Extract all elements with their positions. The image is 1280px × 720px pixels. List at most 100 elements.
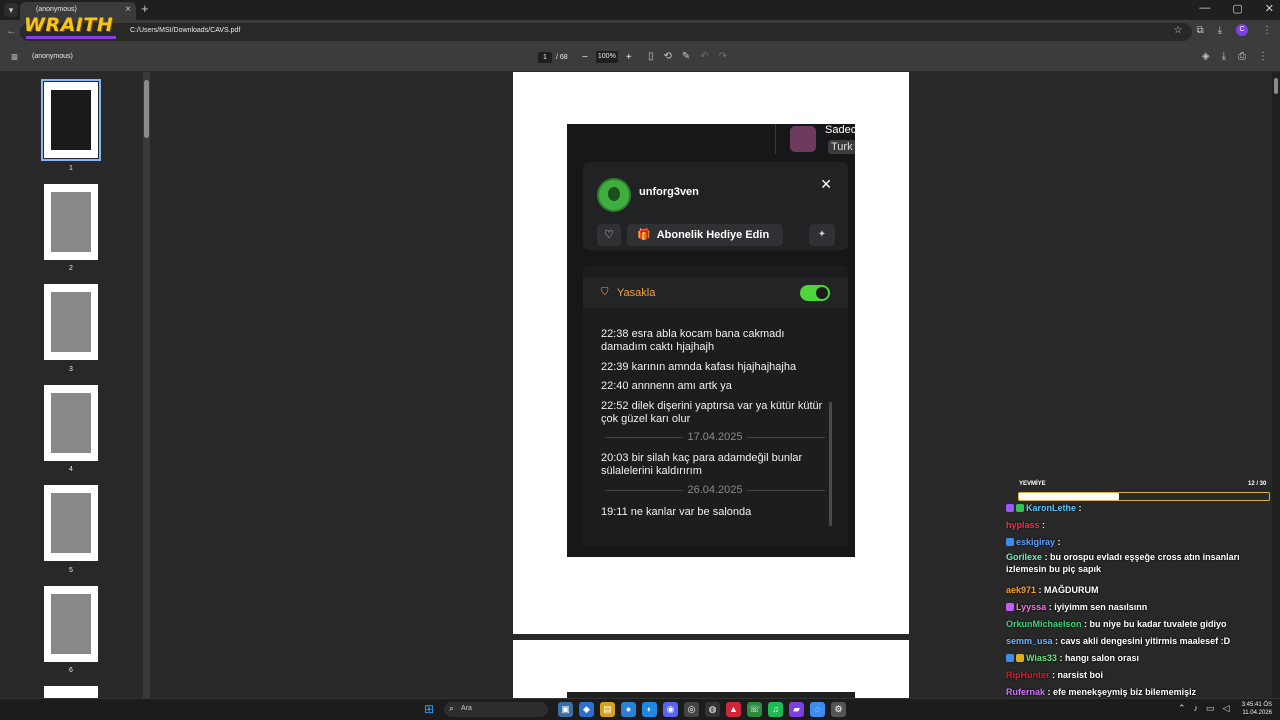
page-thumbnail[interactable] (44, 184, 98, 260)
mod-tool-icon[interactable]: ✦ (809, 224, 835, 246)
viewer-scrollbar[interactable] (1272, 72, 1280, 698)
follow-heart-icon[interactable]: ♡ (597, 224, 621, 246)
file-explorer-icon[interactable]: ▣ (558, 702, 573, 717)
ban-label: Yasakla (617, 287, 656, 299)
tab-search-icon[interactable]: ▾ (4, 3, 18, 17)
steam-icon[interactable]: ◎ (684, 702, 699, 717)
chat-username[interactable]: Lyyssa (1016, 602, 1046, 612)
tab-close-icon[interactable]: × (125, 4, 131, 15)
thumbnail-number: 4 (69, 466, 73, 473)
page-total: / 68 (556, 54, 568, 61)
windows-start-icon[interactable]: ⊞ (424, 703, 436, 715)
app-icon[interactable]: ▲ (726, 702, 741, 717)
chat-badge-icon (1016, 654, 1024, 662)
pdf-title: (anonymous) (32, 53, 73, 60)
minimize-icon[interactable]: — (1199, 2, 1210, 15)
page-thumbnail[interactable] (44, 485, 98, 561)
chrome-icon[interactable]: ● (621, 702, 636, 717)
clock-date: 11.04.2026 (1242, 710, 1272, 716)
chat-username[interactable]: Wias33 (1026, 653, 1057, 663)
chat-line: Gorilexe : bu orospu evladı eşşeğe cross… (1006, 552, 1240, 574)
zoom-in-icon[interactable]: + (626, 52, 632, 63)
taskbar-search[interactable]: ⌕ Ara (444, 702, 548, 717)
chat-username[interactable]: OrkunMichaelson (1006, 619, 1082, 629)
fit-page-icon[interactable]: ▯ (648, 51, 654, 62)
chat-username[interactable]: hyplass (1006, 520, 1040, 530)
maximize-icon[interactable]: ▢ (1232, 2, 1242, 15)
zoom-out-icon[interactable]: − (582, 52, 588, 63)
obs-icon[interactable]: ◍ (705, 702, 720, 717)
ban-header: ⛉ Yasakla (583, 278, 848, 308)
stream-chat-overlay: KaronLethe : hyplass : eskigiray : Goril… (1006, 502, 1272, 720)
close-icon[interactable]: ✕ (820, 176, 832, 193)
annotate-icon[interactable]: ✎ (682, 51, 690, 62)
chat-line: OrkunMichaelson : bu niye bu kadar tuval… (1006, 619, 1227, 629)
folder-icon[interactable]: ▤ (600, 702, 615, 717)
search-icon: ⌕ (449, 703, 455, 713)
history-scrollbar[interactable] (829, 402, 832, 526)
new-tab-icon[interactable]: + (141, 1, 149, 16)
clock-time: 3:45:41 ÖS (1241, 702, 1272, 708)
page-navigator: 1 / 68 (538, 52, 568, 63)
streamer-name: Sadec (825, 124, 855, 136)
twitch-icon[interactable]: ▰ (789, 702, 804, 717)
network-icon[interactable]: ▭ (1206, 703, 1215, 714)
sidebar-toggle-icon[interactable]: ≡ (11, 50, 18, 64)
ban-toggle[interactable] (800, 285, 830, 301)
profile-avatar[interactable]: C (1236, 24, 1248, 36)
print-icon[interactable]: ⎙ (1238, 51, 1246, 62)
extensions-icon[interactable]: ⧉ (1196, 25, 1203, 36)
page-number-input[interactable]: 1 (538, 52, 552, 63)
chat-username[interactable]: KaronLethe (1026, 503, 1076, 513)
discord-icon[interactable]: ◉ (663, 702, 678, 717)
rotate-icon[interactable]: ⟲ (664, 51, 672, 62)
chat-message: 19:11 ne kanlar var be salonda (601, 506, 752, 518)
ban-panel: ⛉ Yasakla 22:38 esra abla kocam bana cak… (583, 266, 848, 546)
mic-icon[interactable]: ♪ (1194, 703, 1199, 714)
whatsapp-icon[interactable]: ☏ (747, 702, 762, 717)
edge-icon[interactable]: ◐ (642, 702, 657, 717)
spotify-icon[interactable]: ♫ (768, 702, 783, 717)
copilot-icon[interactable]: ◆ (579, 702, 594, 717)
chat-username[interactable]: eskigiray (1016, 537, 1055, 547)
back-icon[interactable]: ← (6, 25, 17, 37)
more-options-icon[interactable]: ⋮ (1258, 51, 1268, 62)
chat-badge-icon (1006, 654, 1014, 662)
settings-icon[interactable]: ⚙ (831, 702, 846, 717)
browser-menu-icon[interactable]: ⋮ (1262, 25, 1272, 36)
tray-chevron-icon[interactable]: ⌃ (1178, 703, 1186, 714)
chat-username[interactable]: Gorilexe (1006, 552, 1042, 562)
chat-text: bu niye bu kadar tuvalete gidiyo (1089, 619, 1227, 629)
chat-line: RipHunter : narsist boi (1006, 670, 1104, 680)
redo-icon[interactable]: ↷ (719, 51, 727, 62)
chat-line: Lyyssa : iyiyimm sen nasılsınn (1006, 601, 1272, 613)
download-icon[interactable]: ⤓ (1222, 51, 1226, 62)
chat-username[interactable]: aek971 (1006, 585, 1036, 595)
thumbnail-sidebar: 1 2 3 4 5 6 (0, 72, 150, 700)
clock[interactable]: 3:45:41 ÖS 11.04.2026 (1240, 701, 1272, 717)
bookmark-star-icon[interactable]: ☆ (1173, 25, 1182, 36)
user-card-username: unforg3ven (639, 186, 699, 198)
thumbnail-number: 3 (69, 366, 73, 373)
page-thumbnail[interactable] (44, 385, 98, 461)
ai-icon[interactable]: ◈ (1202, 51, 1210, 62)
page-thumbnail[interactable] (44, 586, 98, 662)
user-avatar (597, 178, 631, 212)
chat-username[interactable]: RipHunter (1006, 670, 1050, 680)
chrome-profile-icon[interactable]: ◌ (810, 702, 825, 717)
wraith-logo: WRAITH (24, 14, 120, 39)
page-thumbnail[interactable] (44, 284, 98, 360)
zoom-input[interactable]: 100% (595, 51, 618, 63)
chat-username[interactable]: semm_usa (1006, 636, 1053, 646)
downloads-icon[interactable]: ⤓ (1218, 25, 1222, 36)
chat-username[interactable]: Rufernak (1006, 687, 1045, 697)
undo-icon[interactable]: ↶ (700, 51, 708, 62)
page-thumbnail[interactable] (41, 79, 101, 161)
chat-text: cavs akli dengesini yitirmis maalesef :D (1060, 636, 1231, 646)
sidebar-scrollbar[interactable] (143, 72, 150, 698)
omnibox[interactable]: C:/Users/MSI/Downloads/CAVS.pdf (20, 23, 1192, 41)
volume-icon[interactable]: ◁ (1223, 703, 1230, 714)
close-window-icon[interactable]: ✕ (1265, 2, 1274, 15)
gift-sub-button[interactable]: 🎁 Abonelik Hediye Edin (627, 224, 783, 246)
yevmiye-label: YEVMİYE (1019, 481, 1046, 487)
